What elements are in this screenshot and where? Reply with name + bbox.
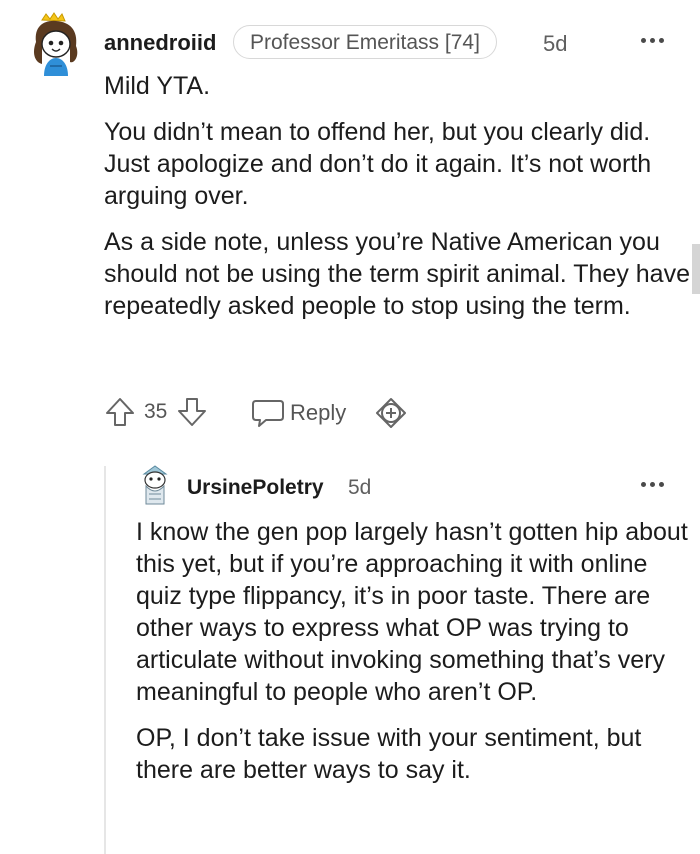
arrow-up-icon[interactable] xyxy=(104,396,136,428)
user-flair-badge: Professor Emeritass [74] xyxy=(233,25,497,59)
reply-username[interactable]: UrsinePoletry xyxy=(187,476,324,500)
reply-timestamp[interactable]: 5d xyxy=(348,476,371,500)
user-avatar[interactable] xyxy=(30,12,82,76)
award-plus-icon[interactable] xyxy=(374,396,408,430)
scrollbar-thumb[interactable] xyxy=(692,244,700,294)
thread-collapse-line[interactable] xyxy=(104,466,106,854)
reply-user-avatar[interactable] xyxy=(138,464,172,508)
arrow-down-icon[interactable] xyxy=(176,396,208,428)
vote-count: 35 xyxy=(144,400,168,423)
reply-body: I know the gen pop largely hasn’t gotten… xyxy=(136,516,691,800)
comment-thread: annedroiid Professor Emeritass [74] 5d M… xyxy=(0,0,700,854)
reply-paragraph: I know the gen pop largely hasn’t gotten… xyxy=(136,518,688,706)
comment-paragraph: As a side note, unless you’re Native Ame… xyxy=(104,228,690,320)
chat-bubble-icon[interactable] xyxy=(250,397,286,429)
comment-paragraph: Mild YTA. xyxy=(104,72,211,100)
more-options-icon[interactable] xyxy=(641,478,669,490)
comment-body: Mild YTA. You didn’t mean to offend her,… xyxy=(104,70,694,336)
avatar-icon xyxy=(34,12,78,76)
reply-button[interactable]: Reply xyxy=(290,400,346,426)
reply-paragraph: OP, I don’t take issue with your sentime… xyxy=(136,724,642,784)
comment-username[interactable]: annedroiid xyxy=(104,30,216,56)
comment-action-bar: 35 Reply xyxy=(104,394,434,430)
comment-paragraph: You didn’t mean to offend her, but you c… xyxy=(104,118,652,210)
more-options-icon[interactable] xyxy=(641,34,669,46)
comment-timestamp[interactable]: 5d xyxy=(543,31,567,57)
avatar-icon xyxy=(142,465,168,505)
